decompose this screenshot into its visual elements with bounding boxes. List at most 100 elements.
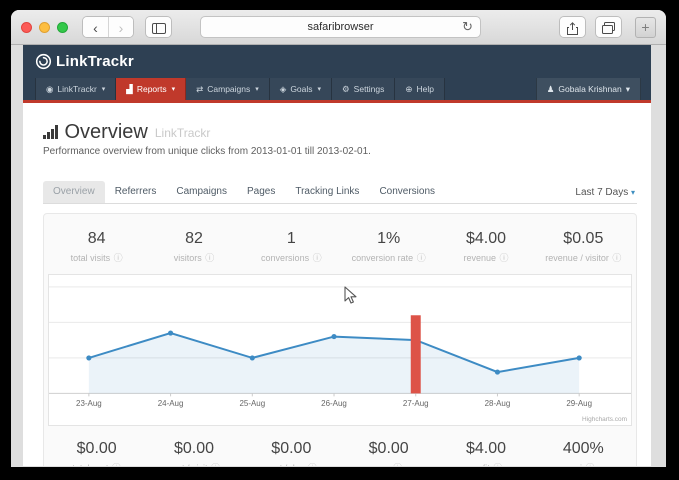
signal-bars-icon (43, 125, 58, 142)
sidebar-toggle-button[interactable] (146, 17, 171, 38)
tabs-icon (602, 22, 615, 34)
chevron-down-icon: ▾ (102, 85, 106, 93)
info-icon[interactable]: ⓘ (313, 253, 322, 263)
stat-cost-per-day: $0.00 cost / day ⓘ (243, 426, 340, 466)
info-icon[interactable]: ⓘ (114, 253, 123, 263)
svg-text:26-Aug: 26-Aug (321, 399, 347, 408)
svg-text:28-Aug: 28-Aug (485, 399, 511, 408)
browser-toolbar: ‹ › safaribrowser ↻ (11, 10, 666, 45)
info-icon[interactable]: ⓘ (205, 253, 214, 263)
accent-rule (23, 100, 651, 103)
svg-text:24-Aug: 24-Aug (158, 399, 184, 408)
nav-item-goals[interactable]: ◈ Goals ▾ (270, 78, 332, 100)
tab-referrers[interactable]: Referrers (105, 181, 167, 203)
show-tabs-button[interactable] (596, 17, 621, 38)
history-nav-group: ‹ › (82, 16, 134, 38)
page-content: Overview LinkTrackr Performance overview… (23, 122, 651, 466)
back-button[interactable]: ‹ (83, 17, 108, 38)
site-header: LinkTrackr (23, 45, 651, 78)
nav-item-campaigns[interactable]: ⇄ Campaigns ▾ (186, 78, 270, 100)
svg-text:29-Aug: 29-Aug (566, 399, 592, 408)
stat-roi: 400% roi ⓘ (535, 426, 632, 466)
svg-text:Highcharts.com: Highcharts.com (582, 416, 627, 423)
date-range-select[interactable]: Last 7 Days ▾ (575, 187, 637, 198)
nav-spacer (445, 78, 536, 100)
svg-text:23-Aug: 23-Aug (76, 399, 102, 408)
nav-item-linktrackr[interactable]: ◉ LinkTrackr ▾ (35, 78, 116, 100)
report-tabs: Overview Referrers Campaigns Pages Track… (43, 181, 637, 204)
stat-revenue: $4.00 revenue ⓘ (437, 218, 534, 274)
info-icon[interactable]: ⓘ (417, 253, 426, 263)
main-nav: ◉ LinkTrackr ▾ ▟ Reports ▾ ⇄ Campaigns ▾… (23, 78, 651, 100)
tab-tracking-links[interactable]: Tracking Links (285, 181, 369, 203)
stat-visitors: 82 visitors ⓘ (145, 218, 242, 274)
chevron-down-icon: ▾ (631, 188, 635, 197)
reload-icon[interactable]: ↻ (462, 19, 473, 35)
info-icon[interactable]: ⓘ (308, 463, 317, 466)
info-icon[interactable]: ⓘ (612, 253, 621, 263)
linktrackr-logo-icon (35, 53, 52, 70)
visits-chart[interactable]: 23-Aug 24-Aug 25-Aug 26-Aug 27-Aug 28-Aug 29-A… (48, 274, 632, 426)
sidebar-icon (152, 23, 166, 34)
diamond-icon: ◈ (280, 84, 287, 95)
page-subtitle: Performance overview from unique clicks … (43, 146, 637, 157)
brand-name: LinkTrackr (56, 53, 134, 70)
forward-button[interactable]: › (108, 17, 133, 38)
toolbar-right-buttons: + (559, 16, 656, 38)
page-title: Overview (65, 122, 148, 142)
zoom-window-button[interactable] (57, 22, 68, 33)
info-icon[interactable]: ⓘ (500, 253, 509, 263)
wrench-icon: ⚙ (342, 84, 350, 95)
browser-window: ‹ › safaribrowser ↻ (11, 10, 666, 467)
stat-conversion-rate: 1% conversion rate ⓘ (340, 218, 437, 274)
address-bar[interactable]: safaribrowser ↻ (200, 16, 481, 38)
info-icon[interactable]: ⓘ (493, 463, 502, 466)
brand[interactable]: LinkTrackr (35, 53, 134, 70)
stat-cost-per-visit: $0.00 cost / visit ⓘ (145, 426, 242, 466)
globe-icon: ◉ (46, 84, 53, 95)
stat-total-cost: $0.00 total cost ⓘ (48, 426, 145, 466)
user-icon: ♟ (547, 84, 555, 95)
stat-total-visits: 84 total visits ⓘ (48, 218, 145, 274)
user-menu[interactable]: ♟ Gobala Krishnan ▾ (536, 78, 641, 100)
info-icon[interactable]: ⓘ (393, 463, 402, 466)
chevron-down-icon: ▾ (172, 85, 176, 93)
stats-row-top: 84 total visits ⓘ 82 visitors ⓘ 1 conver… (48, 218, 632, 274)
line-chart-svg: 23-Aug 24-Aug 25-Aug 26-Aug 27-Aug 28-Aug 29-A… (49, 275, 631, 425)
svg-text:27-Aug: 27-Aug (403, 399, 429, 408)
title-row: Overview LinkTrackr (43, 122, 637, 142)
share-button[interactable] (560, 17, 585, 38)
bar-chart-icon: ▟ (126, 84, 133, 95)
info-icon[interactable]: ⓘ (586, 463, 595, 466)
nav-item-help[interactable]: ⊕ Help (395, 78, 445, 100)
traffic-lights (21, 22, 68, 33)
close-window-button[interactable] (21, 22, 32, 33)
help-icon: ⊕ (405, 84, 412, 95)
svg-text:25-Aug: 25-Aug (239, 399, 265, 408)
tab-campaigns[interactable]: Campaigns (166, 181, 237, 203)
tab-overview[interactable]: Overview (43, 181, 105, 203)
nav-item-reports[interactable]: ▟ Reports ▾ (116, 78, 186, 100)
page-title-suffix: LinkTrackr (155, 126, 211, 142)
tab-conversions[interactable]: Conversions (369, 181, 445, 203)
stats-row-bottom: $0.00 total cost ⓘ $0.00 cost / visit ⓘ … (48, 426, 632, 466)
info-icon[interactable]: ⓘ (211, 463, 220, 466)
info-icon[interactable]: ⓘ (112, 463, 121, 466)
overview-panel: 84 total visits ⓘ 82 visitors ⓘ 1 conver… (43, 213, 637, 466)
screenshot-stage: ‹ › safaribrowser ↻ (0, 0, 679, 480)
chevron-down-icon: ▾ (318, 85, 322, 93)
sidebar-toggle-group (145, 16, 172, 38)
user-name: Gobala Krishnan (558, 84, 621, 94)
shuffle-icon: ⇄ (196, 84, 203, 95)
chevron-down-icon: ▾ (255, 85, 259, 93)
new-tab-button[interactable]: + (635, 17, 656, 38)
tab-pages[interactable]: Pages (237, 181, 285, 203)
nav-item-settings[interactable]: ⚙ Settings (332, 78, 395, 100)
web-page: LinkTrackr ◉ LinkTrackr ▾ ▟ Reports ▾ ⇄ … (23, 45, 651, 466)
share-icon (567, 22, 578, 35)
minimize-window-button[interactable] (39, 22, 50, 33)
url-text: safaribrowser (307, 21, 373, 33)
chevron-down-icon: ▾ (626, 84, 630, 95)
stat-revenue-per-visitor: $0.05 revenue / visitor ⓘ (535, 218, 632, 274)
stat-cpa: $0.00 cpa ⓘ (340, 426, 437, 466)
